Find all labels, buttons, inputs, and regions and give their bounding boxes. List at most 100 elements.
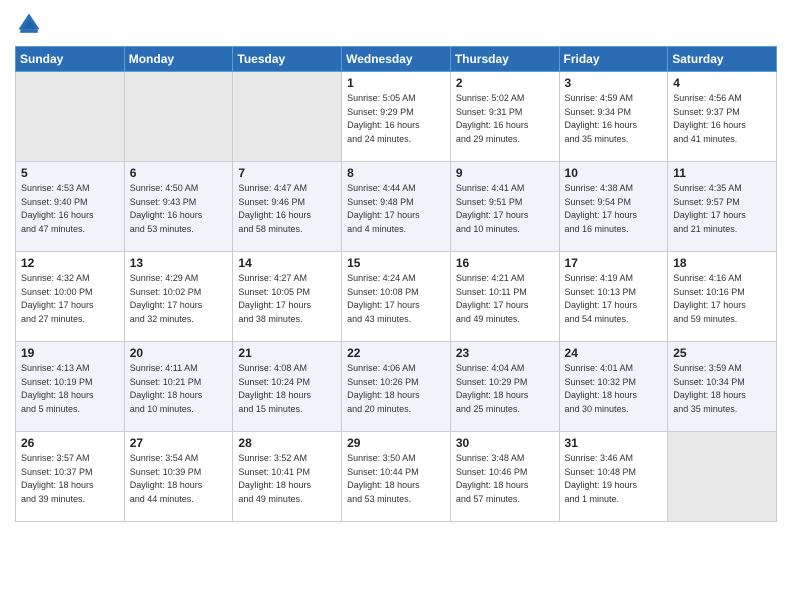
day-number: 21 — [238, 346, 336, 360]
calendar-week-row: 26 Sunrise: 3:57 AMSunset: 10:37 PMDaylig… — [16, 432, 777, 522]
calendar-cell: 27 Sunrise: 3:54 AMSunset: 10:39 PMDaylig… — [124, 432, 233, 522]
calendar-cell — [668, 432, 777, 522]
day-info: Sunrise: 4:35 AMSunset: 9:57 PMDaylight:… — [673, 182, 771, 236]
calendar-cell: 23Sunrise: 4:04 AMSunset: 10:29 PMDaylig… — [450, 342, 559, 432]
calendar-week-row: 12 Sunrise: 4:32 AMSunset: 10:00 PMDaylig… — [16, 252, 777, 342]
calendar-header-tuesday: Tuesday — [233, 47, 342, 72]
logo — [15, 10, 47, 38]
calendar-cell: 11 Sunrise: 4:35 AMSunset: 9:57 PMDayligh… — [668, 162, 777, 252]
day-number: 1 — [347, 76, 445, 90]
calendar-cell: 13Sunrise: 4:29 AMSunset: 10:02 PMDaylig… — [124, 252, 233, 342]
day-number: 10 — [565, 166, 663, 180]
calendar-cell: 8 Sunrise: 4:44 AMSunset: 9:48 PMDaylight… — [342, 162, 451, 252]
calendar-cell: 21Sunrise: 4:08 AMSunset: 10:24 PMDaylig… — [233, 342, 342, 432]
day-info: Sunrise: 4:27 AMSunset: 10:05 PMDaylight… — [238, 272, 336, 326]
day-info: Sunrise: 4:24 AMSunset: 10:08 PMDaylight… — [347, 272, 445, 326]
day-info: Sunrise: 4:16 AMSunset: 10:16 PMDaylight… — [673, 272, 771, 326]
day-number: 25 — [673, 346, 771, 360]
day-info: Sunrise: 3:57 AMSunset: 10:37 PMDaylight… — [21, 452, 119, 506]
day-info: Sunrise: 4:21 AMSunset: 10:11 PMDaylight… — [456, 272, 554, 326]
day-number: 18 — [673, 256, 771, 270]
day-info: Sunrise: 4:47 AMSunset: 9:46 PMDaylight:… — [238, 182, 336, 236]
day-info: Sunrise: 4:56 AMSunset: 9:37 PMDaylight:… — [673, 92, 771, 146]
day-info: Sunrise: 4:50 AMSunset: 9:43 PMDaylight:… — [130, 182, 228, 236]
day-number: 24 — [565, 346, 663, 360]
calendar-cell: 26 Sunrise: 3:57 AMSunset: 10:37 PMDaylig… — [16, 432, 125, 522]
calendar-cell: 30Sunrise: 3:48 AMSunset: 10:46 PMDaylig… — [450, 432, 559, 522]
calendar-cell: 14 Sunrise: 4:27 AMSunset: 10:05 PMDaylig… — [233, 252, 342, 342]
day-number: 5 — [21, 166, 119, 180]
calendar-cell: 10 Sunrise: 4:38 AMSunset: 9:54 PMDayligh… — [559, 162, 668, 252]
day-number: 26 — [21, 436, 119, 450]
day-number: 13 — [130, 256, 228, 270]
calendar-cell: 6Sunrise: 4:50 AMSunset: 9:43 PMDaylight… — [124, 162, 233, 252]
day-number: 3 — [565, 76, 663, 90]
calendar-header-sunday: Sunday — [16, 47, 125, 72]
day-number: 20 — [130, 346, 228, 360]
day-number: 28 — [238, 436, 336, 450]
day-info: Sunrise: 4:32 AMSunset: 10:00 PMDaylight… — [21, 272, 119, 326]
day-number: 23 — [456, 346, 554, 360]
day-info: Sunrise: 4:53 AMSunset: 9:40 PMDaylight:… — [21, 182, 119, 236]
day-info: Sunrise: 3:46 AMSunset: 10:48 PMDaylight… — [565, 452, 663, 506]
calendar-cell: 29 Sunrise: 3:50 AMSunset: 10:44 PMDaylig… — [342, 432, 451, 522]
day-info: Sunrise: 4:01 AMSunset: 10:32 PMDaylight… — [565, 362, 663, 416]
calendar-week-row: 1Sunrise: 5:05 AMSunset: 9:29 PMDaylight… — [16, 72, 777, 162]
day-info: Sunrise: 4:13 AMSunset: 10:19 PMDaylight… — [21, 362, 119, 416]
day-info: Sunrise: 4:11 AMSunset: 10:21 PMDaylight… — [130, 362, 228, 416]
day-number: 17 — [565, 256, 663, 270]
day-number: 19 — [21, 346, 119, 360]
calendar-cell: 19 Sunrise: 4:13 AMSunset: 10:19 PMDaylig… — [16, 342, 125, 432]
calendar-cell: 16 Sunrise: 4:21 AMSunset: 10:11 PMDaylig… — [450, 252, 559, 342]
day-info: Sunrise: 4:44 AMSunset: 9:48 PMDaylight:… — [347, 182, 445, 236]
calendar-header-monday: Monday — [124, 47, 233, 72]
day-info: Sunrise: 3:54 AMSunset: 10:39 PMDaylight… — [130, 452, 228, 506]
day-info: Sunrise: 3:48 AMSunset: 10:46 PMDaylight… — [456, 452, 554, 506]
day-info: Sunrise: 4:41 AMSunset: 9:51 PMDaylight:… — [456, 182, 554, 236]
day-number: 9 — [456, 166, 554, 180]
calendar-cell: 12 Sunrise: 4:32 AMSunset: 10:00 PMDaylig… — [16, 252, 125, 342]
day-number: 27 — [130, 436, 228, 450]
calendar-cell — [233, 72, 342, 162]
calendar: SundayMondayTuesdayWednesdayThursdayFrid… — [15, 46, 777, 522]
calendar-cell: 24 Sunrise: 4:01 AMSunset: 10:32 PMDaylig… — [559, 342, 668, 432]
day-number: 22 — [347, 346, 445, 360]
day-number: 29 — [347, 436, 445, 450]
day-number: 8 — [347, 166, 445, 180]
day-number: 4 — [673, 76, 771, 90]
calendar-header-thursday: Thursday — [450, 47, 559, 72]
calendar-cell: 25 Sunrise: 3:59 AMSunset: 10:34 PMDaylig… — [668, 342, 777, 432]
calendar-cell: 7Sunrise: 4:47 AMSunset: 9:46 PMDaylight… — [233, 162, 342, 252]
calendar-header-friday: Friday — [559, 47, 668, 72]
day-number: 16 — [456, 256, 554, 270]
day-info: Sunrise: 3:52 AMSunset: 10:41 PMDaylight… — [238, 452, 336, 506]
day-info: Sunrise: 3:59 AMSunset: 10:34 PMDaylight… — [673, 362, 771, 416]
calendar-header-wednesday: Wednesday — [342, 47, 451, 72]
logo-icon — [15, 10, 43, 38]
day-info: Sunrise: 3:50 AMSunset: 10:44 PMDaylight… — [347, 452, 445, 506]
calendar-cell: 9 Sunrise: 4:41 AMSunset: 9:51 PMDaylight… — [450, 162, 559, 252]
calendar-header-row: SundayMondayTuesdayWednesdayThursdayFrid… — [16, 47, 777, 72]
calendar-cell: 1Sunrise: 5:05 AMSunset: 9:29 PMDaylight… — [342, 72, 451, 162]
day-number: 31 — [565, 436, 663, 450]
calendar-cell: 18 Sunrise: 4:16 AMSunset: 10:16 PMDaylig… — [668, 252, 777, 342]
calendar-header-saturday: Saturday — [668, 47, 777, 72]
day-number: 11 — [673, 166, 771, 180]
page: SundayMondayTuesdayWednesdayThursdayFrid… — [0, 0, 792, 612]
calendar-cell: 4 Sunrise: 4:56 AMSunset: 9:37 PMDaylight… — [668, 72, 777, 162]
day-number: 15 — [347, 256, 445, 270]
calendar-week-row: 5 Sunrise: 4:53 AMSunset: 9:40 PMDaylight… — [16, 162, 777, 252]
day-info: Sunrise: 4:38 AMSunset: 9:54 PMDaylight:… — [565, 182, 663, 236]
day-info: Sunrise: 4:59 AMSunset: 9:34 PMDaylight:… — [565, 92, 663, 146]
day-info: Sunrise: 4:06 AMSunset: 10:26 PMDaylight… — [347, 362, 445, 416]
day-info: Sunrise: 5:02 AMSunset: 9:31 PMDaylight:… — [456, 92, 554, 146]
calendar-cell: 3 Sunrise: 4:59 AMSunset: 9:34 PMDaylight… — [559, 72, 668, 162]
calendar-cell: 22 Sunrise: 4:06 AMSunset: 10:26 PMDaylig… — [342, 342, 451, 432]
day-number: 12 — [21, 256, 119, 270]
day-info: Sunrise: 4:19 AMSunset: 10:13 PMDaylight… — [565, 272, 663, 326]
calendar-cell — [16, 72, 125, 162]
day-number: 14 — [238, 256, 336, 270]
calendar-cell: 28 Sunrise: 3:52 AMSunset: 10:41 PMDaylig… — [233, 432, 342, 522]
calendar-week-row: 19 Sunrise: 4:13 AMSunset: 10:19 PMDaylig… — [16, 342, 777, 432]
calendar-cell: 31 Sunrise: 3:46 AMSunset: 10:48 PMDaylig… — [559, 432, 668, 522]
